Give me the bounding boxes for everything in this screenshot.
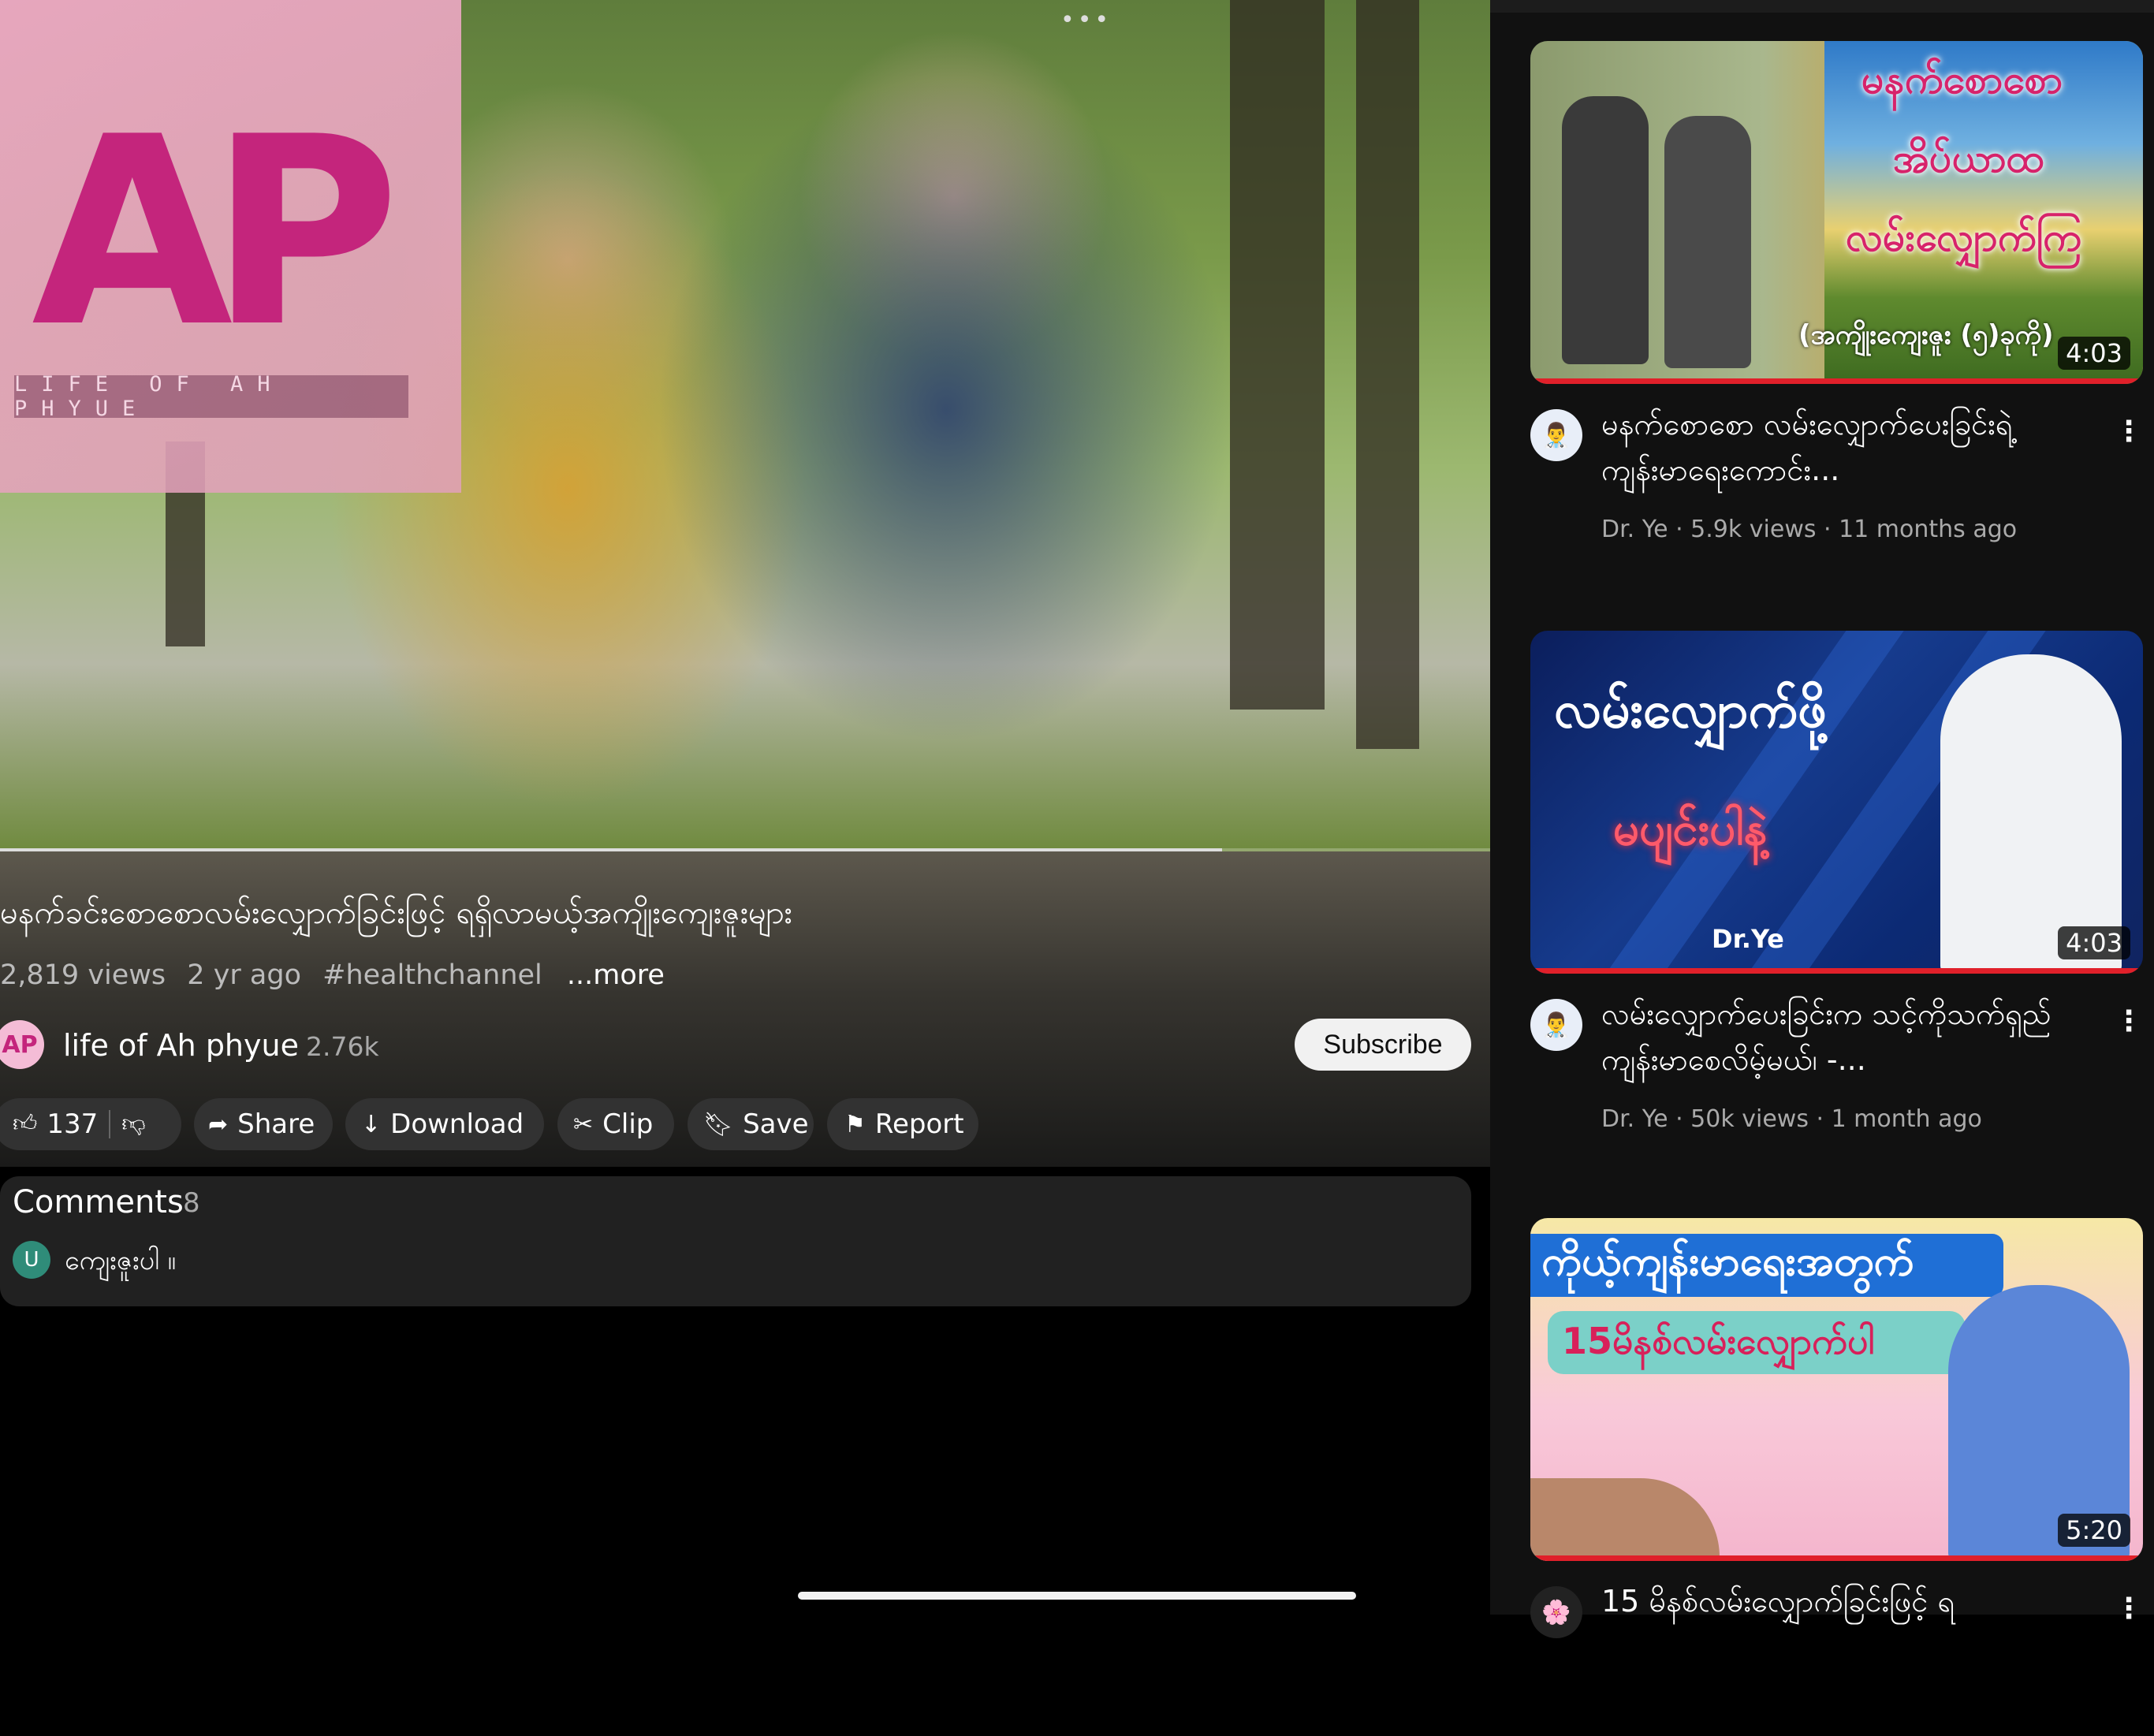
side-top-bar: [1490, 0, 2154, 13]
channel-name[interactable]: life of Ah phyue: [63, 1028, 299, 1063]
thumbnail-figure: [1664, 116, 1751, 368]
video-player[interactable]: AP LIFE OF AH PHYUE •••: [0, 0, 1490, 851]
subscriber-count: 2.76k: [306, 1031, 379, 1062]
thumbnail-text: မနက်စောစော: [1861, 57, 2063, 102]
channel-avatar[interactable]: 👨‍⚕: [1530, 409, 1582, 461]
bookmark-icon: 🔖︎: [703, 1110, 734, 1138]
channel-avatar[interactable]: 👨‍⚕: [1530, 999, 1582, 1051]
thumbnail-text: လမ်းလျှောက်ကြ: [1846, 214, 2081, 260]
subscribe-button[interactable]: Subscribe: [1295, 1019, 1471, 1071]
like-divider: [109, 1110, 111, 1138]
share-button[interactable]: ➦ Share: [194, 1098, 333, 1150]
hashtag-link[interactable]: #healthchannel: [322, 959, 542, 991]
suggested-video-details: 👨‍⚕ လမ်းလျှောက်ပေးခြင်းက သင့်ကိုသက်ရှည်က…: [1530, 991, 2143, 1149]
clip-button[interactable]: ✂ Clip: [557, 1098, 674, 1150]
clip-label: Clip: [602, 1108, 654, 1140]
flag-icon: ⚑: [844, 1110, 866, 1138]
suggested-video-title[interactable]: လမ်းလျှောက်ပေးခြင်းက သင့်ကိုသက်ရှည်ကျန်း…: [1601, 991, 2074, 1082]
video-thumbnail[interactable]: လမ်းလျှောက်ဖို့ မပျင်းပါနဲ့ Dr.Ye 4:03: [1530, 631, 2143, 974]
thumbnail-text: မပျင်းပါနဲ့: [1613, 802, 1768, 855]
thumbnail-text: လမ်းလျှောက်ဖို့: [1554, 681, 1827, 739]
thumbnail-path: [1530, 1478, 1720, 1561]
background-tree: [1230, 0, 1325, 710]
suggestions-panel: မနက်စောစော အိပ်ယာထ လမ်းလျှောက်ကြ (အကျိုး…: [1490, 0, 2154, 1638]
suggested-video-meta: Dr. Ye · 5.9k views · 11 months ago: [1601, 516, 2018, 543]
video-thumbnail[interactable]: ကိုယ့်ကျန်းမာရေးအတွက် 15မိနစ်လမ်းလျှောက်…: [1530, 1218, 2143, 1561]
commenter-avatar: U: [13, 1241, 50, 1279]
save-button[interactable]: 🔖︎ Save: [688, 1098, 814, 1150]
channel-avatar[interactable]: 🌸: [1530, 1586, 1582, 1638]
watched-progress-bar: [1530, 378, 2143, 384]
suggested-video-details: 🌸 15 မိနစ်လမ်းလျှောက်ခြင်းဖြင့် ရ ⋮: [1530, 1578, 2143, 1736]
video-duration: 5:20: [2058, 1514, 2130, 1547]
like-count[interactable]: 137: [47, 1108, 98, 1140]
suggested-video-details: 👨‍⚕ မနက်စောစော လမ်းလျှောက်ပေးခြင်းရဲ့ ကျ…: [1530, 401, 2143, 559]
video-age: 2 yr ago: [187, 959, 301, 991]
like-dislike-pill: 👍︎ 137 👎︎: [0, 1098, 181, 1150]
video-thumbnail[interactable]: မနက်စောစော အိပ်ယာထ လမ်းလျှောက်ကြ (အကျိုး…: [1530, 41, 2143, 384]
share-label: Share: [237, 1108, 315, 1140]
thumbnail-figure: [1562, 96, 1649, 364]
comments-count: 8: [183, 1187, 200, 1219]
vertical-dots-icon[interactable]: ⋮: [2115, 1593, 2143, 1625]
suggested-video[interactable]: မနက်စောစော အိပ်ယာထ လမ်းလျှောက်ကြ (အကျိုး…: [1530, 41, 2143, 559]
thumbnail-text: အိပ်ယာထ: [1893, 136, 2044, 181]
suggested-video-title[interactable]: မနက်စောစော လမ်းလျှောက်ပေးခြင်းရဲ့ ကျန်းမ…: [1601, 401, 2074, 493]
channel-logo-overlay: AP LIFE OF AH PHYUE: [0, 0, 461, 493]
download-arrow-icon: ↓: [361, 1110, 382, 1138]
thumbnail-footer-text: (အကျိုးကျေးဇူး (၅)ခုကို): [1798, 319, 2054, 351]
comment-text: ကျေးဇူးပါ ။: [65, 1245, 176, 1276]
background-tree: [1356, 0, 1419, 749]
suggested-video-meta: Dr. Ye · 50k views · 1 month ago: [1601, 1105, 1982, 1133]
view-count: 2,819 views: [0, 959, 166, 991]
watched-progress-bar: [1530, 968, 2143, 974]
vertical-dots-icon[interactable]: ⋮: [2115, 1005, 2143, 1038]
suggested-video[interactable]: လမ်းလျှောက်ဖို့ မပျင်းပါနဲ့ Dr.Ye 4:03 👨…: [1530, 631, 2143, 1149]
report-label: Report: [874, 1108, 964, 1140]
comments-title: Comments: [13, 1184, 184, 1220]
download-button[interactable]: ↓ Download: [345, 1098, 544, 1150]
channel-avatar[interactable]: AP: [0, 1020, 44, 1069]
scissors-icon: ✂: [573, 1110, 594, 1138]
thumbnail-text: ကိုယ့်ကျန်းမာရေးအတွက်: [1541, 1238, 1914, 1285]
video-duration: 4:03: [2058, 337, 2130, 370]
suggested-video-title[interactable]: 15 မိနစ်လမ်းလျှောက်ခြင်းဖြင့် ရ: [1601, 1578, 2074, 1624]
video-meta[interactable]: 2,819 views 2 yr ago #healthchannel ...m…: [0, 959, 677, 991]
report-button[interactable]: ⚑ Report: [827, 1098, 978, 1150]
video-title[interactable]: မနက်ခင်းစောစောလမ်းလျှောက်ခြင်းဖြင့် ရရှိ…: [0, 892, 792, 939]
vertical-dots-icon[interactable]: ⋮: [2115, 415, 2143, 448]
watched-progress-bar: [1530, 1555, 2143, 1561]
thumbnail-text: 15မိနစ်လမ်းလျှောက်ပါ: [1562, 1320, 1875, 1362]
channel-row: AP life of Ah phyue 2.76k Subscribe: [0, 1019, 1474, 1074]
home-indicator[interactable]: [798, 1592, 1356, 1600]
logo-tagline: LIFE OF AH PHYUE: [14, 372, 408, 421]
video-duration: 4:03: [2058, 926, 2130, 959]
comments-panel[interactable]: Comments 8 U ကျေးဇူးပါ ။: [0, 1176, 1471, 1306]
save-label: Save: [743, 1108, 809, 1140]
player-more-dots-icon[interactable]: •••: [1060, 6, 1112, 34]
share-arrow-icon: ➦: [208, 1110, 229, 1138]
thumbs-down-icon[interactable]: 👎︎: [121, 1110, 145, 1138]
suggested-video[interactable]: ကိုယ့်ကျန်းမာရေးအတွက် 15မိနစ်လမ်းလျှောက်…: [1530, 1218, 2143, 1736]
thumbs-up-icon[interactable]: 👍︎: [13, 1110, 37, 1138]
download-label: Download: [390, 1108, 524, 1140]
ap-logo: AP: [32, 81, 400, 384]
thumbnail-footer-text: Dr.Ye: [1712, 924, 1784, 954]
more-link[interactable]: ...more: [567, 959, 665, 991]
